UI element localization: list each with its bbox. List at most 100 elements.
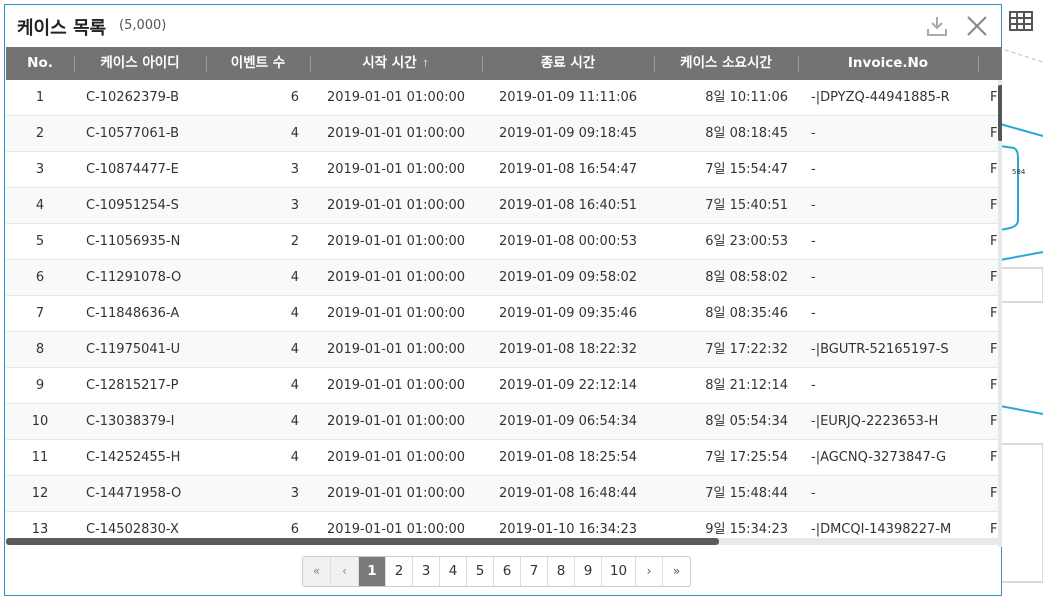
- pagination: « ‹ 1 2 3 4 5 6 7 8 9 10 › »: [302, 556, 691, 587]
- cell-case-id: C-14252455-H: [86, 450, 181, 465]
- header-invoice-no[interactable]: Invoice.No: [798, 47, 978, 80]
- cell-start-time: 2019-01-01 01:00:00: [326, 450, 466, 465]
- table-row[interactable]: 2 C-10577061-B 4 2019-01-01 01:00:00 2019-01…: [6, 116, 998, 152]
- cell-no: 12: [31, 486, 49, 501]
- cell-case-duration: 7일 17:22:32: [705, 342, 788, 357]
- cell-invoice-no: -: [811, 162, 816, 177]
- cell-overflow-column: F: [990, 378, 998, 393]
- page-button-3[interactable]: 3: [413, 557, 440, 586]
- cell-event-count: 3: [290, 486, 299, 501]
- cell-start-time: 2019-01-01 01:00:00: [326, 378, 466, 393]
- table-row[interactable]: 12 C-14471958-O 3 2019-01-01 01:00:00 2019-0…: [6, 476, 998, 512]
- cell-end-time: 2019-01-09 09:35:46: [498, 306, 638, 321]
- cell-no: 8: [35, 342, 45, 357]
- cell-case-duration: 8일 08:58:02: [705, 270, 788, 285]
- cell-case-duration: 6일 23:00:53: [705, 234, 788, 249]
- header-start-time[interactable]: 시작 시간 ↑: [310, 47, 482, 80]
- modal-header: 케이스 목록 (5,000): [5, 5, 1001, 47]
- last-page-button[interactable]: »: [663, 557, 690, 586]
- table-row[interactable]: 3 C-10874477-E 3 2019-01-01 01:00:00 2019-01…: [6, 152, 998, 188]
- cell-end-time: 2019-01-08 16:40:51: [498, 198, 638, 213]
- table-row[interactable]: 7 C-11848636-A 4 2019-01-01 01:00:00 2019-01…: [6, 296, 998, 332]
- table-row[interactable]: 1 C-10262379-B 6 2019-01-01 01:00:00 2019-01…: [6, 80, 998, 116]
- page-button-5[interactable]: 5: [467, 557, 494, 586]
- table-row[interactable]: 5 C-11056935-N 2 2019-01-01 01:00:00 2019-01…: [6, 224, 998, 260]
- cell-event-count: 4: [290, 414, 299, 429]
- vertical-scrollbar-thumb[interactable]: [998, 85, 1002, 141]
- header-divider: [978, 56, 979, 72]
- download-icon[interactable]: [926, 15, 948, 37]
- cell-event-count: 6: [290, 90, 299, 105]
- table-row[interactable]: 11 C-14252455-H 4 2019-01-01 01:00:00 2019-0…: [6, 440, 998, 476]
- cell-case-id: C-14471958-O: [86, 486, 182, 501]
- table-grid-icon[interactable]: [1009, 9, 1034, 34]
- cell-overflow-column: F: [990, 486, 998, 501]
- header-case-duration[interactable]: 케이스 소요시간: [654, 47, 798, 80]
- page-button-8[interactable]: 8: [548, 557, 575, 586]
- table-row[interactable]: 10 C-13038379-I 4 2019-01-01 01:00:00 2019-0…: [6, 404, 998, 440]
- cell-event-count: 2: [290, 234, 299, 249]
- cell-invoice-no: -: [811, 126, 816, 141]
- table-header: No. 케이스 아이디 이벤트 수 시작 시간 ↑ 종료 시간 케이스 소요시간…: [6, 47, 1002, 80]
- page-button-7[interactable]: 7: [521, 557, 548, 586]
- cell-overflow-column: F: [990, 306, 998, 321]
- cell-no: 10: [31, 414, 49, 429]
- page-button-6[interactable]: 6: [494, 557, 521, 586]
- cell-start-time: 2019-01-01 01:00:00: [326, 342, 466, 357]
- cell-case-duration: 8일 05:54:34: [705, 414, 788, 429]
- page-button-4[interactable]: 4: [440, 557, 467, 586]
- cell-case-duration: 8일 08:35:46: [705, 306, 788, 321]
- cell-start-time: 2019-01-01 01:00:00: [326, 234, 466, 249]
- cell-event-count: 4: [290, 342, 299, 357]
- header-start-time-label: 시작 시간: [362, 55, 417, 71]
- page-button-10[interactable]: 10: [602, 557, 636, 586]
- cell-start-time: 2019-01-01 01:00:00: [326, 270, 466, 285]
- page-button-2[interactable]: 2: [386, 557, 413, 586]
- vertical-scrollbar-track[interactable]: [998, 80, 1002, 547]
- cell-no: 6: [35, 270, 45, 285]
- cell-case-id: C-13038379-I: [86, 414, 175, 429]
- case-list-modal: 케이스 목록 (5,000) No. 케이스 아이디 이벤트 수 시작 시간 ↑…: [4, 4, 1002, 596]
- header-no[interactable]: No.: [6, 47, 74, 80]
- cell-case-duration: 7일 15:40:51: [705, 198, 788, 213]
- cell-case-id: C-11975041-U: [86, 342, 181, 357]
- cell-case-duration: 7일 15:54:47: [705, 162, 788, 177]
- cell-case-duration: 7일 17:25:54: [705, 450, 788, 465]
- cell-event-count: 4: [290, 306, 299, 321]
- process-node-label: 584: [1012, 168, 1026, 176]
- close-icon[interactable]: [966, 15, 988, 37]
- cell-invoice-no: -: [811, 234, 816, 249]
- header-event-count[interactable]: 이벤트 수: [206, 47, 310, 80]
- cell-overflow-column: F: [990, 126, 998, 141]
- cell-overflow-column: F: [990, 270, 998, 285]
- header-end-time[interactable]: 종료 시간: [482, 47, 654, 80]
- cell-start-time: 2019-01-01 01:00:00: [326, 90, 466, 105]
- table-row[interactable]: 4 C-10951254-S 3 2019-01-01 01:00:00 2019-01…: [6, 188, 998, 224]
- header-case-id[interactable]: 케이스 아이디: [74, 47, 206, 80]
- cell-event-count: 4: [290, 378, 299, 393]
- first-page-button[interactable]: «: [303, 557, 331, 586]
- table-row[interactable]: 8 C-11975041-U 4 2019-01-01 01:00:00 2019-01…: [6, 332, 998, 368]
- cell-event-count: 4: [290, 270, 299, 285]
- prev-page-button[interactable]: ‹: [331, 557, 359, 586]
- cell-invoice-no: -: [811, 270, 816, 285]
- cell-start-time: 2019-01-01 01:00:00: [326, 162, 466, 177]
- cell-start-time: 2019-01-01 01:00:00: [326, 198, 466, 213]
- cell-no: 4: [35, 198, 45, 213]
- cell-invoice-no: -|AGCNQ-3273847-G: [811, 450, 947, 465]
- cell-end-time: 2019-01-09 06:54:34: [498, 414, 638, 429]
- table-row[interactable]: 6 C-11291078-O 4 2019-01-01 01:00:00 2019-01…: [6, 260, 998, 296]
- page-button-1[interactable]: 1: [359, 557, 386, 586]
- cell-event-count: 4: [290, 450, 299, 465]
- horizontal-scrollbar-thumb[interactable]: [6, 538, 719, 545]
- cell-event-count: 4: [290, 126, 299, 141]
- cell-invoice-no: -: [811, 306, 816, 321]
- page-button-9[interactable]: 9: [575, 557, 602, 586]
- cell-case-id: C-11056935-N: [86, 234, 181, 249]
- cell-case-duration: 7일 15:48:44: [705, 486, 788, 501]
- cell-no: 9: [35, 378, 45, 393]
- next-page-button[interactable]: ›: [636, 557, 663, 586]
- table-body: 1 C-10262379-B 6 2019-01-01 01:00:00 2019-01…: [6, 80, 998, 547]
- cell-start-time: 2019-01-01 01:00:00: [326, 306, 466, 321]
- table-row[interactable]: 9 C-12815217-P 4 2019-01-01 01:00:00 2019-01…: [6, 368, 998, 404]
